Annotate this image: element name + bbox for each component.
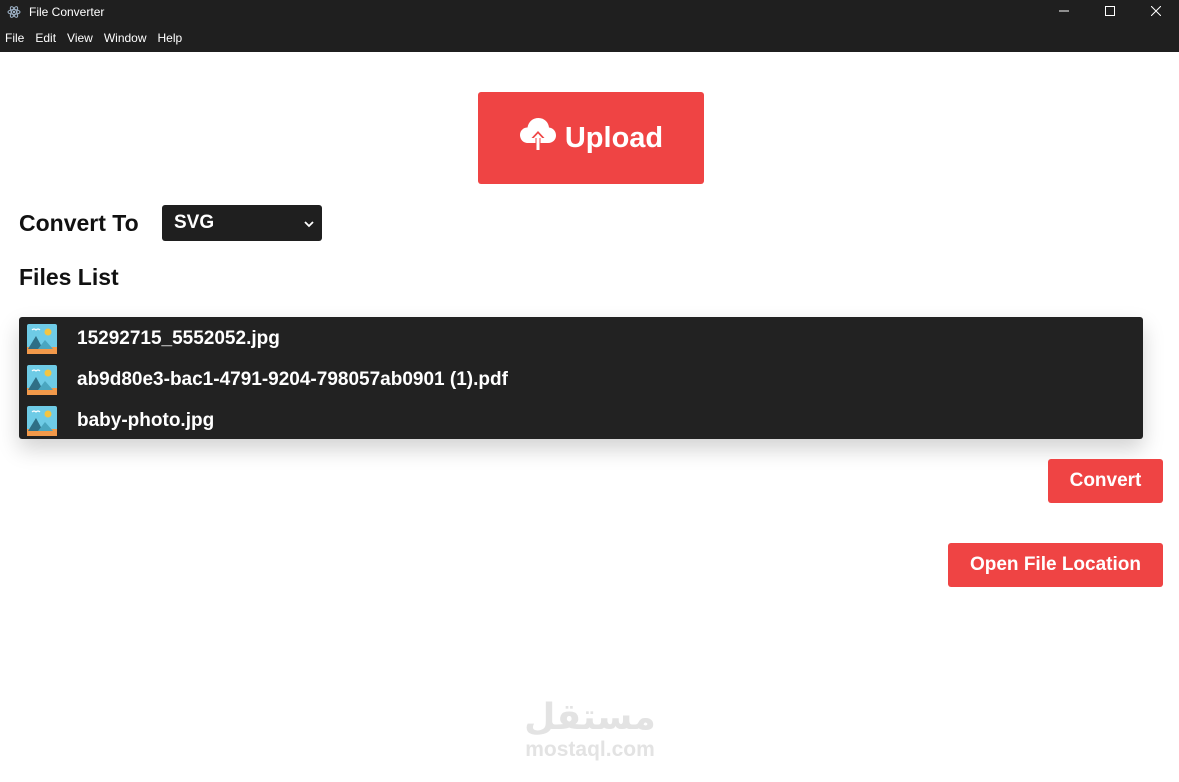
electron-atom-icon	[7, 5, 21, 19]
file-name: ab9d80e3-bac1-4791-9204-798057ab0901 (1)…	[77, 368, 508, 390]
files-list: 15292715_5552052.jpg ab9d80e3-bac1-4791-…	[19, 317, 1143, 439]
image-file-icon	[26, 405, 58, 437]
menu-window[interactable]: Window	[104, 31, 147, 45]
close-button[interactable]	[1133, 0, 1179, 24]
maximize-icon	[1105, 3, 1115, 21]
menu-file[interactable]: File	[5, 31, 24, 45]
window-controls	[1041, 0, 1179, 24]
menu-view[interactable]: View	[67, 31, 93, 45]
file-list-item[interactable]: baby-photo.jpg	[19, 400, 1143, 441]
watermark-latin: mostaql.com	[525, 738, 655, 761]
minimize-button[interactable]	[1041, 0, 1087, 24]
watermark-logo: مستقل mostaql.com	[490, 698, 690, 762]
file-list-item[interactable]: 15292715_5552052.jpg	[19, 318, 1143, 359]
menu-edit[interactable]: Edit	[35, 31, 56, 45]
format-select[interactable]: SVG	[162, 205, 322, 241]
watermark-arabic: مستقل	[524, 697, 656, 738]
image-file-icon	[26, 323, 58, 355]
chevron-down-icon	[304, 212, 314, 234]
maximize-button[interactable]	[1087, 0, 1133, 24]
title-bar: File Converter	[0, 0, 1179, 24]
convert-to-label: Convert To	[19, 210, 139, 236]
upload-label: Upload	[564, 121, 664, 154]
image-file-icon	[26, 364, 58, 396]
file-name: 15292715_5552052.jpg	[77, 327, 280, 349]
window-title: File Converter	[29, 5, 105, 19]
convert-button[interactable]: Convert	[1048, 459, 1163, 503]
close-icon	[1150, 3, 1162, 21]
minimize-icon	[1059, 3, 1069, 21]
cloud-upload-icon	[519, 117, 565, 159]
menu-help[interactable]: Help	[158, 31, 183, 45]
selected-format: SVG	[174, 212, 215, 233]
open-file-location-button[interactable]: Open File Location	[948, 543, 1163, 587]
file-list-item[interactable]: ab9d80e3-bac1-4791-9204-798057ab0901 (1)…	[19, 359, 1143, 400]
menu-bar: File Edit View Window Help	[0, 24, 1179, 52]
upload-button[interactable]: Upload	[478, 92, 704, 184]
file-name: baby-photo.jpg	[77, 409, 215, 431]
files-list-heading: Files List	[19, 264, 119, 290]
